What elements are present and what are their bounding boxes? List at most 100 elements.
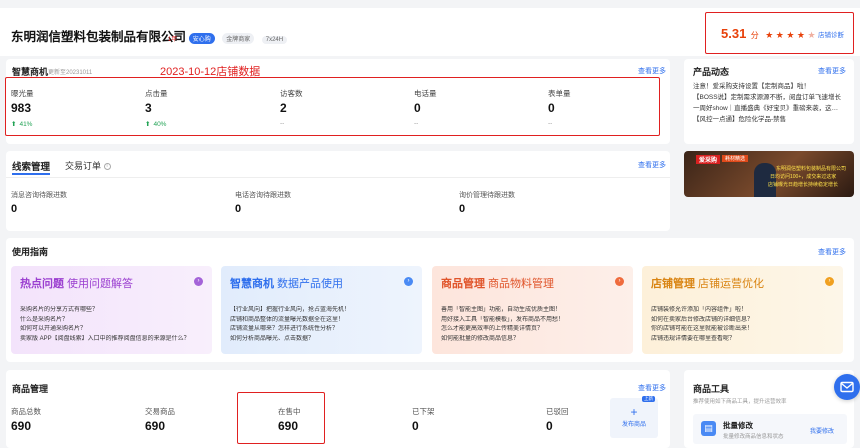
tab-leads[interactable]: 线索管理 xyxy=(12,159,50,173)
smart-more-link[interactable]: 查看更多 xyxy=(638,66,666,76)
guide-question-link[interactable]: 【行业风向】把握行业风向，抢占蓝海先机！ xyxy=(230,306,415,316)
guide-card-lines: 采购名片的分享方式有哪些？ 什么是采购名片？ 如何可以开通采购名片？ 卖家版 APP【… xyxy=(20,306,205,344)
bulk-edit-tool[interactable]: ▤ 批量修改 批量修改商品信息和状态 我要修改 xyxy=(693,414,847,444)
guide-question-link[interactable]: 卖家版 APP【阅盘线索】入口中的推荐阅盘信息的来源是什么？ xyxy=(20,335,205,345)
metric-change-value: 40% xyxy=(153,121,167,128)
guide-card-lines: 善用「智能主图」功能，自动生成优质主图！ 用好接入工具「智能模板」，发布商品不用愁… xyxy=(441,306,626,344)
goods-value[interactable]: 690 xyxy=(278,419,298,433)
score-value: 5.31 xyxy=(721,26,747,41)
guide-question-link[interactable]: 店铺流量从哪来？怎样进行系统性分析？ xyxy=(230,325,415,335)
star-rating-icon: ★ ★ ★ ★ ★ xyxy=(765,30,816,40)
metric-label: 点击量 xyxy=(145,89,168,98)
metric-value[interactable]: 3 xyxy=(145,101,152,115)
header-card: 东明润信塑料包装制品有限公司 1年 安心购 金牌商家 7x24H 5.31 分 … xyxy=(0,8,860,56)
arrow-right-icon[interactable]: › xyxy=(404,277,413,286)
leads-value[interactable]: 0 xyxy=(235,203,241,215)
metric-change-value: -- xyxy=(280,120,285,127)
goods-more-link[interactable]: 查看更多 xyxy=(638,383,666,393)
goods-value[interactable]: 690 xyxy=(11,419,31,433)
arrow-right-icon[interactable]: › xyxy=(825,277,834,286)
promo-banner[interactable]: 爱采购 耗材精选 东明润信塑料包装制品有限公司 日均访问100+，成交来过这家 … xyxy=(684,151,854,197)
metric-value[interactable]: 2 xyxy=(280,101,287,115)
metric-value[interactable]: 0 xyxy=(414,101,421,115)
guide-question-link[interactable]: 采购名片的分享方式有哪些？ xyxy=(20,306,205,316)
badge-service[interactable]: 7x24H xyxy=(261,36,288,44)
goods-value[interactable]: 0 xyxy=(412,419,419,433)
guide-card-head: 商品管理 xyxy=(441,278,485,290)
arrow-right-icon[interactable]: › xyxy=(194,277,203,286)
goods-label: 已下架 xyxy=(412,407,435,416)
news-title: 产品动态 xyxy=(693,67,730,77)
publish-goods-button[interactable]: 上新 + 发布商品 xyxy=(610,396,658,438)
guide-question-link[interactable]: 怎么才能更高效率的上传精美详情页？ xyxy=(441,325,626,335)
guide-question-link[interactable]: 用好接入工具「智能模板」，发布商品不用愁！ xyxy=(441,316,626,326)
banner-tag: 耗材精选 xyxy=(722,155,749,162)
guide-card-3[interactable]: 店铺管理 店铺运营优化 › 店铺装修允许添加「内容组件」啦！ 如何在卖家后台修改店铺的详… xyxy=(642,266,843,354)
shop-diagnose-link[interactable]: 店铺诊断 xyxy=(818,29,844,39)
banner-line-2: 日均访问100+，成交来过这家 xyxy=(770,174,837,180)
banner-brand: 爱采购 xyxy=(696,155,721,164)
guide-question-link[interactable]: 如何能批量的修改商品信息？ xyxy=(441,335,626,345)
news-more-link[interactable]: 查看更多 xyxy=(818,66,846,76)
plus-icon: + xyxy=(630,405,638,419)
tools-title: 商品工具 xyxy=(693,384,730,394)
metric-change: ⬆ 41% xyxy=(11,120,32,128)
metric-value[interactable]: 0 xyxy=(548,101,555,115)
arrow-up-icon: ⬆ xyxy=(11,121,17,128)
goods-value[interactable]: 0 xyxy=(546,419,553,433)
guide-card-1[interactable]: 智慧商机 数据产品使用 › 【行业风向】把握行业风向，抢占蓝海先机！ 店铺和商品整体的流… xyxy=(221,266,422,354)
leads-value[interactable]: 0 xyxy=(459,203,465,215)
tools-card: 商品工具 推荐使用如下商品工具，提升运营效率 ▤ 批量修改 批量修改商品信息和状… xyxy=(684,370,854,448)
guide-card-head: 智慧商机 xyxy=(230,278,274,290)
guide-question-link[interactable]: 什么是采购名片？ xyxy=(20,316,205,326)
message-float-button[interactable] xyxy=(834,374,860,400)
metric-change-value: -- xyxy=(548,120,553,127)
guide-more-link[interactable]: 查看更多 xyxy=(818,247,846,257)
guide-question-link[interactable]: 如何可以开通采购名片？ xyxy=(20,325,205,335)
metric-change: -- xyxy=(548,120,552,127)
tab-orders[interactable]: 交易订单 i xyxy=(65,159,111,172)
goods-label: 交易商品 xyxy=(145,407,175,416)
guide-card-0[interactable]: 热点问题 使用问题解答 › 采购名片的分享方式有哪些？ 什么是采购名片？ 如何可以开通采购… xyxy=(11,266,212,354)
news-item[interactable]: 注意！爱采购支持设置【定制商品】啦！ xyxy=(693,81,849,92)
smart-metrics-highlight-box xyxy=(5,77,660,136)
score-unit: 分 xyxy=(750,31,759,40)
goods-card: 商品管理 查看更多 上新 + 发布商品 xyxy=(6,370,670,448)
goods-value[interactable]: 690 xyxy=(145,419,165,433)
news-item[interactable]: 一周好show｜直播盛典《好宝贝》重磅来袭，这… xyxy=(693,103,849,114)
bulk-edit-desc: 批量修改商品信息和状态 xyxy=(723,434,784,440)
bulk-edit-title: 批量修改 xyxy=(723,421,753,430)
guide-question-link[interactable]: 如何分析商品曝光、点击数据？ xyxy=(230,335,415,345)
metric-change: -- xyxy=(414,120,418,127)
guide-card-head: 热点问题 xyxy=(20,278,64,290)
bulk-edit-link[interactable]: 我要修改 xyxy=(810,426,834,435)
guide-question-link[interactable]: 店铺和商品整体的流量曝光数据全在这里！ xyxy=(230,316,415,326)
news-item[interactable]: 【BOSS说】定制需求源源不断，阅盘订单飞速增长 xyxy=(693,92,849,103)
edit-icon: ▤ xyxy=(701,421,716,436)
badge-gold[interactable]: 金牌商家 xyxy=(222,33,255,44)
arrow-up-icon: ⬆ xyxy=(145,121,151,128)
guide-question-link[interactable]: 你的店铺可能在这里就能被诊断出来！ xyxy=(651,325,836,335)
mail-icon xyxy=(840,381,854,393)
metric-change: ⬆ 40% xyxy=(145,120,166,128)
news-item[interactable]: 【风控一点通】危险化学品-禁售 xyxy=(693,114,849,125)
guide-card-2[interactable]: 商品管理 商品物料管理 › 善用「智能主图」功能，自动生成优质主图！ 用好接入工具「智能… xyxy=(432,266,633,354)
guide-card-heading: 店铺管理 店铺运营优化 xyxy=(651,275,764,291)
badge-safe-buy[interactable]: 安心购 xyxy=(188,33,215,44)
banner-person-icon xyxy=(754,163,776,197)
guide-card-sub: 商品物料管理 xyxy=(488,278,554,290)
metric-change-value: -- xyxy=(414,120,419,127)
metric-value[interactable]: 983 xyxy=(11,101,31,115)
goods-label: 在售中 xyxy=(278,407,301,416)
guide-question-link[interactable]: 店铺装修允许添加「内容组件」啦！ xyxy=(651,306,836,316)
leads-card: 线索管理 交易订单 i 查看更多 xyxy=(6,151,670,231)
guide-question-link[interactable]: 善用「智能主图」功能，自动生成优质主图！ xyxy=(441,306,626,316)
on-sale-highlight-box xyxy=(237,392,325,444)
guide-question-link[interactable]: 店铺违规详情要在哪里查看呢？ xyxy=(651,335,836,345)
publish-label: 发布商品 xyxy=(621,422,646,428)
goods-label: 已驳回 xyxy=(546,407,569,416)
leads-value[interactable]: 0 xyxy=(11,203,17,215)
leads-more-link[interactable]: 查看更多 xyxy=(638,160,666,170)
guide-question-link[interactable]: 如何在卖家后台修改店铺的详细信息？ xyxy=(651,316,836,326)
arrow-right-icon[interactable]: › xyxy=(615,277,624,286)
